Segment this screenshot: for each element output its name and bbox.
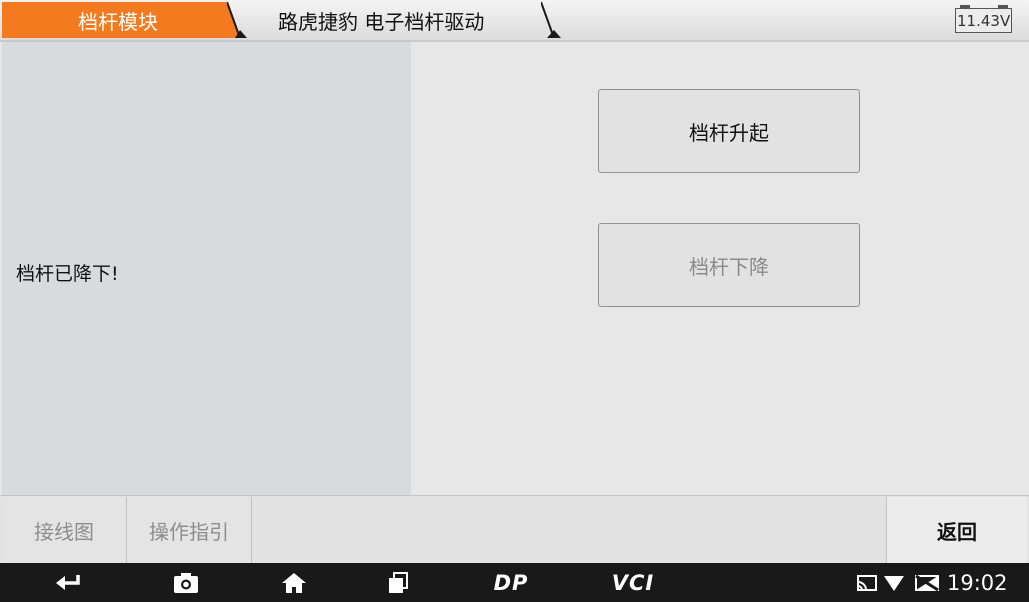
breadcrumb-separator-icon	[541, 2, 561, 38]
lower-lever-button[interactable]: 档杆下降	[598, 223, 860, 307]
no-sim-icon	[913, 563, 941, 602]
recent-apps-icon[interactable]	[383, 563, 413, 602]
cast-icon	[855, 563, 879, 602]
wiring-diagram-button[interactable]: 接线图	[2, 497, 126, 564]
status-message: 档杆已降下!	[16, 263, 119, 285]
back-icon[interactable]	[50, 563, 86, 602]
header-bar: 档杆模块 路虎捷豹 电子档杆驱动 11.43V	[0, 0, 1029, 42]
action-panel: 档杆升起 档杆下降	[412, 42, 1027, 495]
raise-lever-button[interactable]: 档杆升起	[598, 89, 860, 173]
camera-icon[interactable]	[170, 563, 202, 602]
breadcrumb-module-label: 档杆模块	[78, 10, 158, 34]
dp-icon[interactable]: DP	[488, 563, 534, 602]
battery-voltage-indicator: 11.43V	[955, 8, 1012, 33]
operation-guide-button[interactable]: 操作指引	[127, 497, 251, 564]
vci-label: VCI	[611, 570, 655, 595]
bottom-toolbar: 接线图 操作指引 返回	[0, 495, 1029, 564]
status-panel: 档杆已降下!	[2, 42, 411, 495]
breadcrumb-separator-icon	[227, 2, 247, 38]
breadcrumb-function-label[interactable]: 路虎捷豹 电子档杆驱动	[278, 6, 484, 35]
system-nav-bar: DP VCI 19:02	[0, 563, 1029, 602]
toolbar-divider	[251, 497, 252, 564]
battery-voltage-label: 11.43V	[957, 12, 1011, 30]
wifi-icon	[882, 563, 906, 602]
app-window: 档杆模块 路虎捷豹 电子档杆驱动 11.43V 档杆已降下! 档杆升起 档杆下降…	[0, 0, 1029, 564]
back-button[interactable]: 返回	[887, 497, 1027, 564]
home-icon[interactable]	[278, 563, 310, 602]
status-clock: 19:02	[947, 571, 1008, 595]
dp-label: DP	[493, 570, 529, 595]
vci-icon[interactable]: VCI	[606, 563, 660, 602]
